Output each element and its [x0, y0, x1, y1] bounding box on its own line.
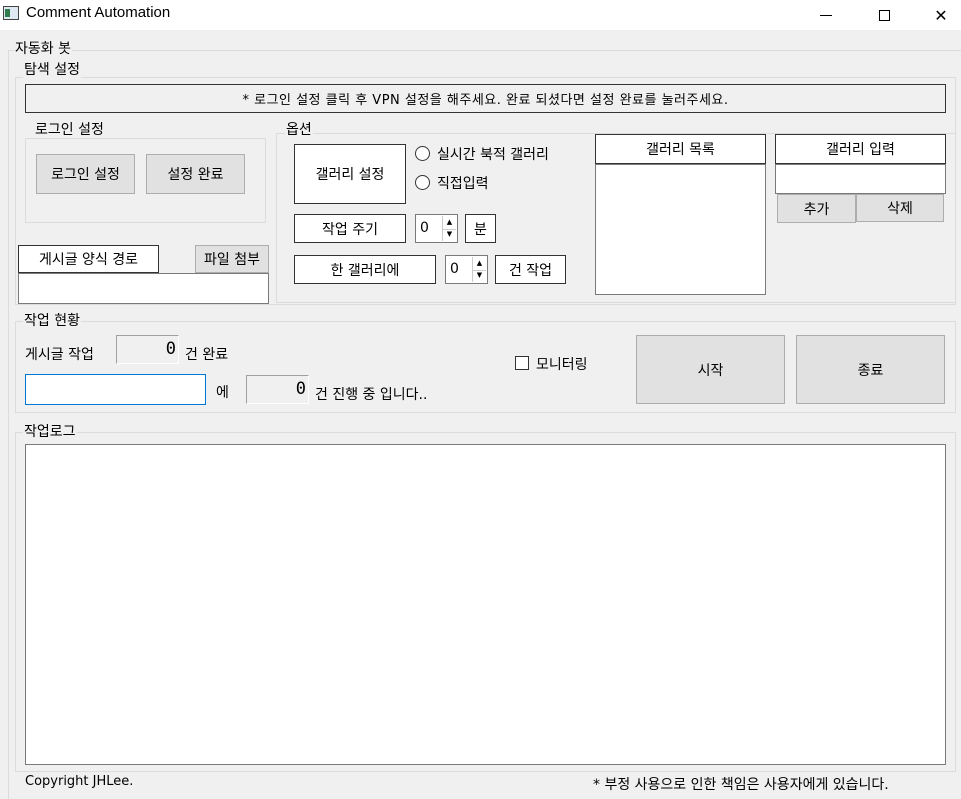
work-cycle-unit: 분: [465, 214, 496, 243]
close-icon: ✕: [934, 5, 948, 25]
per-gallery-label: 한 갤러리에: [294, 255, 436, 284]
radio-direct-label: 직접입력: [437, 176, 489, 192]
start-button[interactable]: 시작: [636, 335, 785, 404]
copyright-text: Copyright JHLee.: [25, 774, 134, 789]
close-button[interactable]: ✕: [918, 0, 961, 30]
target-input[interactable]: [25, 374, 206, 405]
progress-counter: 0: [246, 375, 309, 404]
window-title: Comment Automation: [26, 4, 171, 21]
options-legend: 옵션: [285, 122, 313, 138]
chevron-down-icon[interactable]: ▼: [473, 270, 486, 283]
post-complete-counter: 0: [116, 335, 179, 364]
login-settings-legend: 로그인 설정: [34, 122, 105, 138]
bot-group-legend: 자동화 봇: [14, 41, 72, 57]
target-suffix: 에: [216, 385, 229, 401]
post-template-path-input[interactable]: [18, 273, 269, 304]
log-legend: 작업로그: [23, 424, 77, 440]
radio-realtime-label: 실시간 북적 갤러리: [437, 147, 549, 163]
radio-realtime-gallery[interactable]: [415, 146, 430, 161]
minimize-icon: [820, 14, 832, 16]
minimize-button[interactable]: [803, 0, 849, 30]
per-gallery-unit: 건 작업: [495, 255, 566, 284]
stop-button[interactable]: 종료: [796, 335, 945, 404]
status-legend: 작업 현황: [23, 313, 81, 329]
app-icon: [3, 6, 19, 20]
gallery-list-box[interactable]: [595, 164, 766, 295]
chevron-up-icon[interactable]: ▲: [473, 257, 486, 271]
gallery-list-header: 갤러리 목록: [595, 134, 766, 164]
login-settings-button[interactable]: 로그인 설정: [36, 154, 135, 194]
post-complete-suffix: 건 완료: [185, 347, 229, 363]
file-attach-button[interactable]: 파일 첨부: [195, 245, 269, 273]
disclaimer-text: * 부정 사용으로 인한 책임은 사용자에게 있습니다.: [593, 777, 889, 793]
chevron-down-icon[interactable]: ▼: [443, 229, 456, 242]
gallery-delete-button[interactable]: 삭제: [856, 194, 944, 222]
per-gallery-spinner[interactable]: 0 ▲ ▼: [445, 255, 488, 284]
monitoring-checkbox[interactable]: [515, 356, 529, 370]
work-log-area[interactable]: [25, 444, 946, 765]
maximize-button[interactable]: [861, 0, 907, 30]
gallery-add-button[interactable]: 추가: [777, 194, 856, 223]
gallery-settings-button[interactable]: 갤러리 설정: [294, 144, 406, 204]
vpn-notice: * 로그인 설정 클릭 후 VPN 설정을 해주세요. 완료 되셨다면 설정 완…: [25, 84, 946, 113]
work-cycle-value[interactable]: 0: [420, 220, 429, 236]
monitoring-label: 모니터링: [536, 357, 588, 373]
work-cycle-spinner[interactable]: 0 ▲ ▼: [415, 214, 458, 243]
radio-direct-input[interactable]: [415, 175, 430, 190]
work-cycle-label: 작업 주기: [294, 214, 406, 243]
search-settings-legend: 탐색 설정: [23, 62, 81, 78]
chevron-up-icon[interactable]: ▲: [443, 216, 456, 230]
gallery-input-field[interactable]: [775, 164, 946, 194]
settings-done-button[interactable]: 설정 완료: [146, 154, 245, 194]
maximize-icon: [878, 9, 890, 21]
progress-suffix: 건 진행 중 입니다..: [315, 387, 428, 403]
title-bar: Comment Automation ✕: [0, 0, 961, 30]
post-template-label: 게시글 양식 경로: [18, 245, 159, 273]
post-work-label: 게시글 작업: [25, 347, 94, 363]
gallery-input-header: 갤러리 입력: [775, 134, 946, 164]
per-gallery-value[interactable]: 0: [450, 261, 459, 277]
